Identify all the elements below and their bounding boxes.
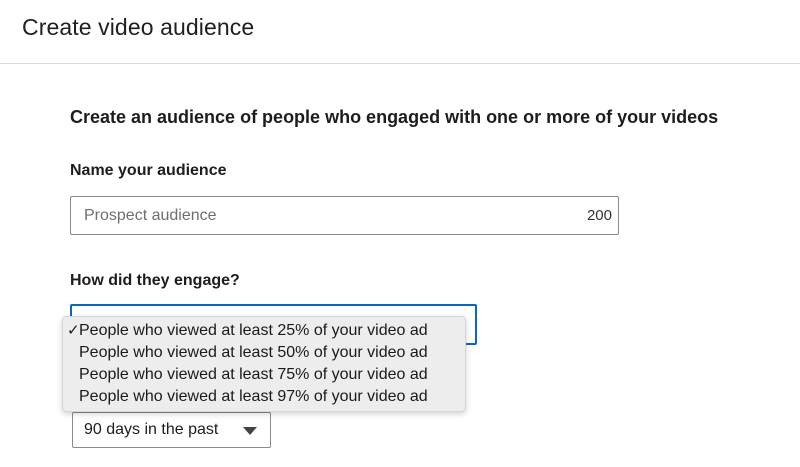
engagement-option-97[interactable]: People who viewed at least 97% of your v…	[63, 386, 465, 408]
page-title: Create video audience	[22, 14, 255, 40]
form-intro: Create an audience of people who engaged…	[70, 107, 719, 127]
option-label: People who viewed at least 75% of your v…	[79, 366, 428, 383]
audience-name-input[interactable]	[71, 197, 571, 234]
time-range-value: 90 days in the past	[84, 421, 219, 438]
form-body: Create an audience of people who engaged…	[0, 65, 800, 467]
engagement-dropdown-menu: ✓ People who viewed at least 25% of your…	[62, 316, 466, 412]
dialog-header: Create video audience	[0, 0, 800, 64]
engagement-option-75[interactable]: People who viewed at least 75% of your v…	[63, 364, 465, 386]
time-range-select[interactable]: 90 days in the past	[72, 412, 271, 448]
engagement-label: How did they engage?	[70, 272, 240, 289]
option-label: People who viewed at least 25% of your v…	[79, 322, 428, 339]
audience-name-field[interactable]: 200	[70, 196, 619, 235]
char-count: 200	[586, 207, 612, 224]
option-label: People who viewed at least 50% of your v…	[79, 344, 428, 361]
audience-name-label: Name your audience	[70, 162, 227, 179]
caret-down-icon	[243, 427, 257, 435]
check-icon: ✓	[67, 322, 80, 339]
option-label: People who viewed at least 97% of your v…	[79, 388, 428, 405]
engagement-option-25[interactable]: ✓ People who viewed at least 25% of your…	[63, 320, 465, 342]
engagement-option-50[interactable]: People who viewed at least 50% of your v…	[63, 342, 465, 364]
